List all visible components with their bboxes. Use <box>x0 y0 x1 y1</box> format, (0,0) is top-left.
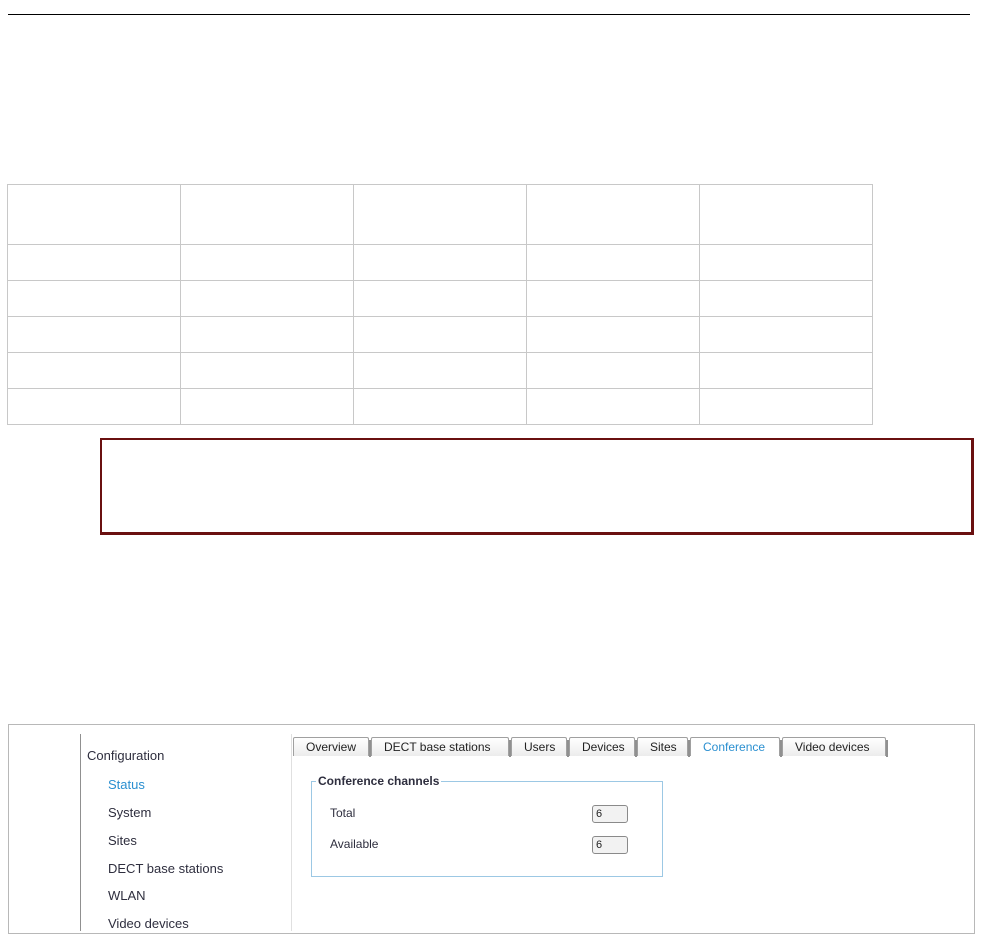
table-header-row <box>7 184 873 245</box>
tab-sites[interactable]: Sites <box>637 737 690 757</box>
group-legend: Conference channels <box>316 774 442 788</box>
table-cell <box>7 388 181 425</box>
table-cell <box>699 280 873 317</box>
table-cell <box>7 316 181 353</box>
table-cell <box>699 244 873 281</box>
available-field: 6 <box>592 836 628 854</box>
sidebar-item-video-devices[interactable]: Video devices <box>108 916 189 931</box>
table-cell <box>180 244 354 281</box>
table-cell <box>353 316 527 353</box>
empty-table <box>7 184 873 425</box>
table-row <box>7 280 873 317</box>
table-cell <box>526 244 700 281</box>
table-cell <box>353 388 527 425</box>
tab-video-devices[interactable]: Video devices <box>782 737 888 757</box>
tab-bar: Overview DECT base stations Users Device… <box>293 737 893 757</box>
total-field: 6 <box>592 805 628 823</box>
table-cell <box>7 184 181 245</box>
table-cell <box>180 184 354 245</box>
tab-users[interactable]: Users <box>511 737 569 757</box>
note-box <box>100 438 974 535</box>
config-sidebar: Configuration Status System Sites DECT b… <box>80 734 292 931</box>
conference-channels-group: Conference channels Total 6 Available 6 <box>311 774 663 877</box>
app-screenshot: Configuration Status System Sites DECT b… <box>8 724 975 934</box>
table-cell <box>180 352 354 389</box>
table-row <box>7 388 873 425</box>
table-cell <box>526 352 700 389</box>
table-cell <box>699 388 873 425</box>
table-cell <box>7 352 181 389</box>
table-row <box>7 244 873 281</box>
table-cell <box>353 184 527 245</box>
table-cell <box>7 244 181 281</box>
tab-overview[interactable]: Overview <box>293 737 371 757</box>
table-cell <box>526 388 700 425</box>
total-label: Total <box>330 806 356 820</box>
table-cell <box>7 280 181 317</box>
table-cell <box>353 244 527 281</box>
header-rule <box>8 14 970 15</box>
tab-dect-base-stations[interactable]: DECT base stations <box>371 737 511 757</box>
sidebar-item-system[interactable]: System <box>108 805 151 820</box>
table-cell <box>699 184 873 245</box>
sidebar-item-wlan[interactable]: WLAN <box>108 888 146 903</box>
available-label: Available <box>330 837 379 851</box>
sidebar-item-dect-base-stations[interactable]: DECT base stations <box>108 861 223 876</box>
table-row <box>7 352 873 389</box>
sidebar-title: Configuration <box>87 748 165 763</box>
tab-conference[interactable]: Conference <box>690 737 782 757</box>
table-cell <box>526 184 700 245</box>
sidebar-item-status[interactable]: Status <box>108 777 145 792</box>
table-cell <box>180 280 354 317</box>
tab-devices[interactable]: Devices <box>569 737 637 757</box>
tab-panel-edge <box>294 757 964 758</box>
table-cell <box>353 352 527 389</box>
table-cell <box>353 280 527 317</box>
table-cell <box>180 316 354 353</box>
table-cell <box>180 388 354 425</box>
table-cell <box>699 352 873 389</box>
table-cell <box>526 280 700 317</box>
table-row <box>7 316 873 353</box>
table-cell <box>526 316 700 353</box>
table-cell <box>699 316 873 353</box>
sidebar-item-sites[interactable]: Sites <box>108 833 137 848</box>
